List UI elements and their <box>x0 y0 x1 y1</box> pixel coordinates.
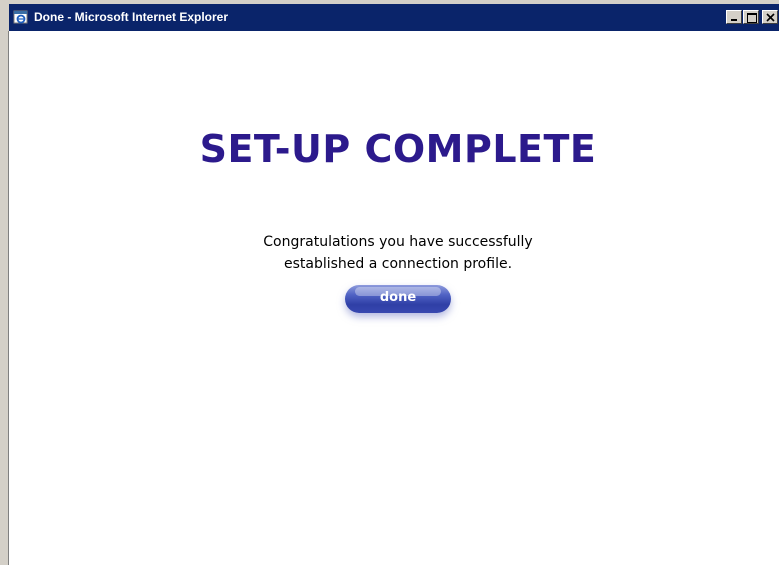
window-controls <box>726 10 779 26</box>
page-content: SET-UP COMPLETE Congratulations you have… <box>9 31 779 565</box>
ie-icon[interactable] <box>13 9 29 25</box>
title-bar[interactable]: Done - Microsoft Internet Explorer <box>9 4 779 31</box>
done-button[interactable]: done <box>345 285 451 313</box>
success-message-line-2: established a connection profile. <box>283 256 513 272</box>
done-button-label: done <box>379 290 417 305</box>
page-title: SET-UP COMPLETE <box>199 127 597 171</box>
maximize-icon[interactable] <box>743 10 759 24</box>
window-title: Done - Microsoft Internet Explorer <box>34 10 229 24</box>
browser-window: Done - Microsoft Internet Explorer SET-U… <box>0 0 779 565</box>
close-icon[interactable] <box>762 10 778 24</box>
success-message-line-1: Congratulations you have successfully <box>263 234 533 250</box>
success-message: Congratulations you have successfully es… <box>9 231 779 275</box>
minimize-icon[interactable] <box>726 10 742 24</box>
